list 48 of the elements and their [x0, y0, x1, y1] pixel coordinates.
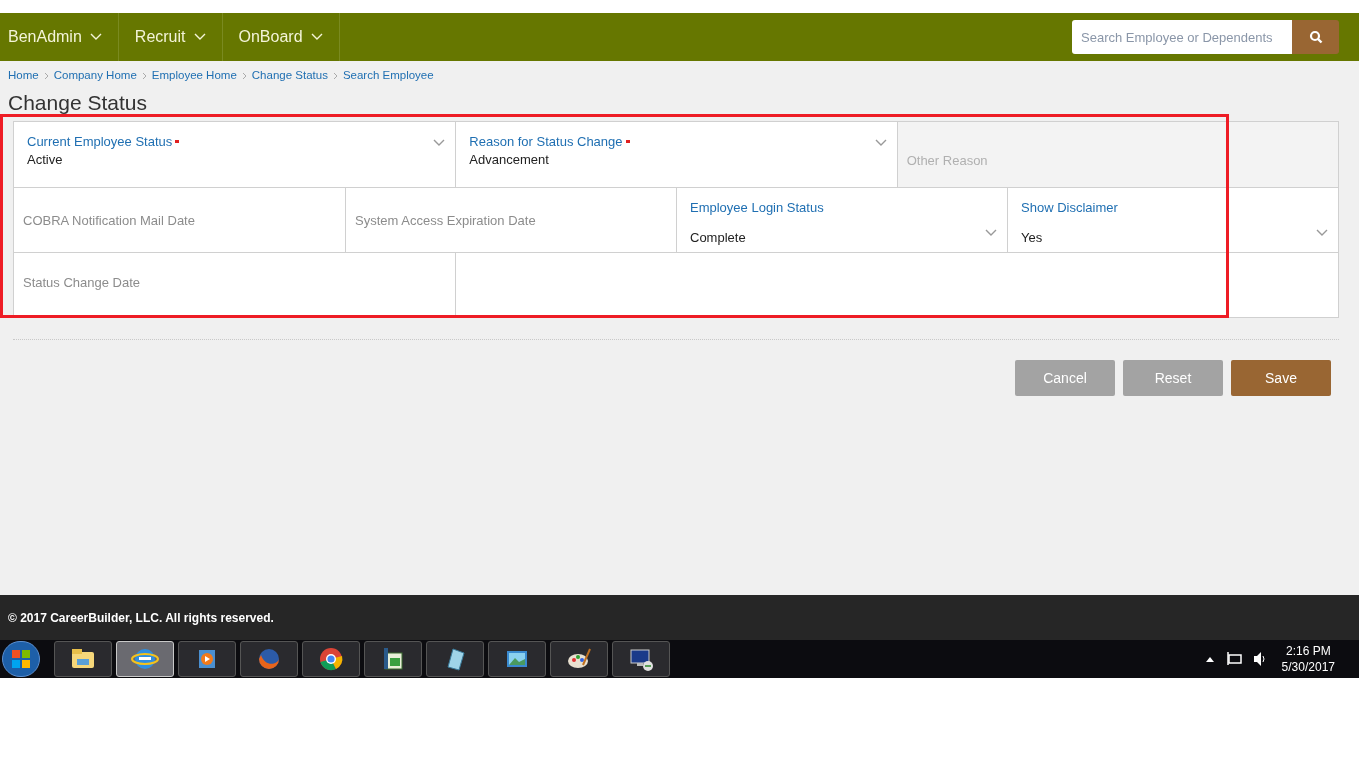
field-value: Active — [27, 151, 63, 168]
field-label: Employee Login Status — [690, 199, 824, 217]
copyright-text: © 2017 CareerBuilder, LLC. All rights reserved. — [8, 609, 274, 627]
taskbar-app-button[interactable] — [488, 641, 546, 677]
network-icon[interactable] — [1225, 652, 1242, 666]
field-value: Advancement — [469, 151, 549, 168]
clock-date: 5/30/2017 — [1281, 659, 1335, 675]
show-hidden-icon[interactable] — [1205, 656, 1214, 662]
clock-time: 2:16 PM — [1285, 643, 1331, 659]
field-label: Reason for Status Change — [469, 133, 623, 151]
chevron-down-icon — [874, 139, 887, 147]
breadcrumb-link[interactable]: Company Home — [53, 66, 137, 85]
chevron-right-icon — [332, 71, 338, 80]
action-button[interactable]: Reset — [1123, 360, 1223, 396]
taskbar-app-button[interactable] — [612, 641, 670, 677]
taskbar-app-button[interactable] — [426, 641, 484, 677]
field-value: Yes — [1021, 228, 1043, 247]
chevron-down-icon — [193, 33, 206, 41]
chevron-down-icon — [310, 33, 323, 41]
chevron-right-icon — [43, 71, 49, 80]
speaker-icon[interactable] — [1253, 652, 1266, 666]
start-button[interactable] — [2, 641, 40, 677]
action-button[interactable]: Save — [1231, 360, 1331, 396]
chrome-icon — [317, 645, 345, 673]
page-title: Change Status — [8, 91, 148, 115]
taskbar-app-button[interactable] — [178, 641, 236, 677]
breadcrumb-link[interactable]: Search Employee — [342, 66, 434, 85]
search-button[interactable] — [1292, 20, 1339, 54]
breadcrumb-link[interactable]: Home — [8, 66, 39, 85]
field-label: Show Disclaimer — [1021, 199, 1118, 217]
chevron-down-icon — [433, 139, 446, 147]
action-button[interactable]: Cancel — [1015, 360, 1115, 396]
search-icon — [1308, 30, 1323, 44]
field-value: Complete — [690, 228, 746, 247]
chevron-right-icon — [141, 71, 147, 80]
breadcrumb-link[interactable]: Change Status — [251, 66, 328, 85]
taskbar-app-button[interactable] — [54, 641, 112, 677]
chevron-down-icon — [89, 33, 102, 41]
taskbar-app-button[interactable] — [364, 641, 422, 677]
taskbar-app-button[interactable] — [302, 641, 360, 677]
chevron-down-icon — [985, 229, 997, 237]
chevron-right-icon — [241, 71, 247, 80]
windows-logo-icon — [11, 649, 31, 669]
search-field[interactable]: Search Employee or Dependents — [1072, 20, 1292, 54]
taskbar-app-button[interactable] — [550, 641, 608, 677]
field-label: Current Employee Status — [27, 133, 173, 151]
chevron-down-icon — [1316, 229, 1328, 237]
breadcrumb-link[interactable]: Employee Home — [151, 66, 237, 85]
